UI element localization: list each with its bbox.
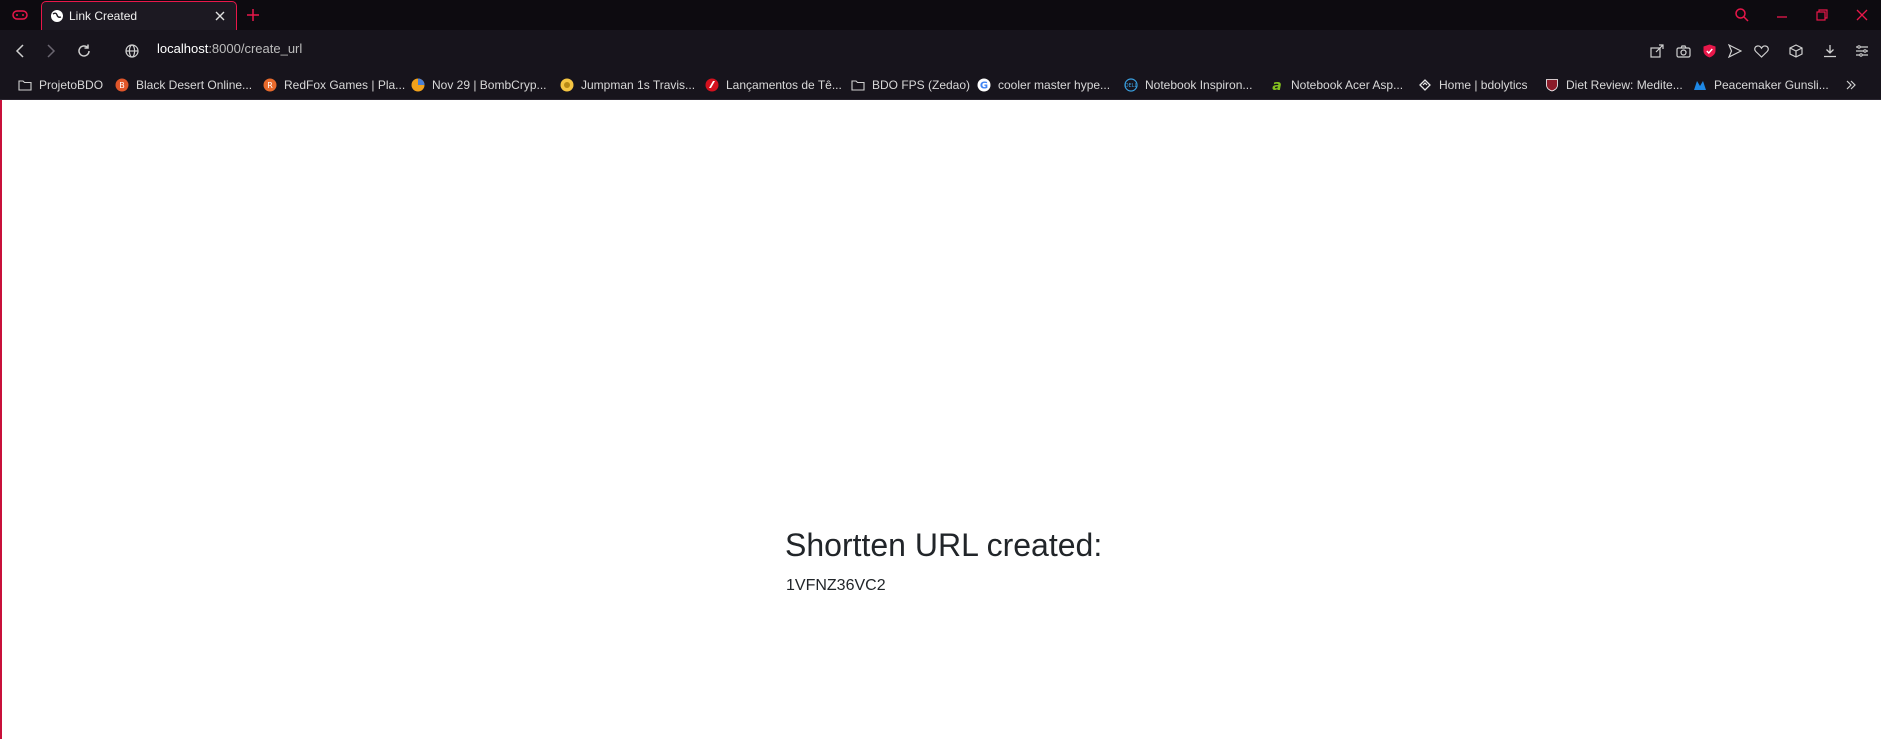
- adblock-button[interactable]: [1698, 40, 1720, 62]
- svg-text:B: B: [119, 81, 125, 90]
- menu-icon: [1856, 45, 1868, 57]
- heart-icon: [1753, 44, 1769, 58]
- site-icon: B: [115, 78, 129, 92]
- site-info-button[interactable]: [121, 40, 143, 62]
- bookmark-item[interactable]: Jumpman 1s Travis...: [560, 76, 695, 94]
- site-icon: [411, 78, 425, 92]
- extensions-button[interactable]: [1785, 40, 1807, 62]
- minimize-button[interactable]: [1762, 0, 1802, 30]
- svg-text:DELL: DELL: [1125, 83, 1138, 89]
- svg-text:a: a: [1272, 78, 1281, 92]
- bookmark-item[interactable]: Peacemaker Gunsli...: [1693, 76, 1829, 94]
- bookmark-item[interactable]: Home | bdolytics: [1418, 76, 1527, 94]
- page-heading: Shortten URL created:: [785, 527, 1103, 563]
- url-path: :8000/create_url: [208, 41, 303, 56]
- close-icon: [1856, 9, 1868, 21]
- url-host: localhost: [157, 41, 209, 56]
- address-field[interactable]: localhost:8000/create_url: [157, 41, 302, 56]
- bookmark-label: Nov 29 | BombCryp...: [432, 78, 547, 92]
- bookmarks-bar: ProjetoBDO B Black Desert Online... R Re…: [0, 70, 1881, 100]
- bookmark-item[interactable]: ProjetoBDO: [18, 76, 103, 94]
- bookmark-label: RedFox Games | Pla...: [284, 78, 406, 92]
- tab-strip: Link Created: [0, 0, 1881, 30]
- bookmark-label: Diet Review: Medite...: [1566, 78, 1683, 92]
- site-icon: [1418, 78, 1432, 92]
- snapshot-button[interactable]: [1672, 40, 1694, 62]
- site-icon: [1693, 78, 1707, 92]
- gamepad-icon: [12, 10, 28, 20]
- bookmark-item[interactable]: Diet Review: Medite...: [1545, 76, 1683, 94]
- bookmark-label: Notebook Inspiron...: [1145, 78, 1253, 92]
- send-button[interactable]: [1724, 40, 1746, 62]
- folder-icon: [851, 78, 865, 92]
- bookmark-label: Black Desert Online...: [136, 78, 253, 92]
- dell-icon: DELL: [1124, 78, 1138, 92]
- restore-button[interactable]: [1802, 0, 1842, 30]
- bookmark-label: ProjetoBDO: [39, 78, 104, 92]
- bookmark-label: cooler master hype...: [998, 78, 1111, 92]
- bookmark-label: Jumpman 1s Travis...: [581, 78, 696, 92]
- easy-setup-button[interactable]: [1851, 40, 1873, 62]
- short-url-code: 1VFNZ36VC2: [786, 577, 886, 594]
- reload-button[interactable]: [73, 40, 95, 62]
- close-window-button[interactable]: [1842, 0, 1881, 30]
- tab-title: Link Created: [69, 9, 138, 23]
- google-icon: G: [977, 78, 991, 92]
- share-button[interactable]: [1646, 40, 1668, 62]
- site-icon: R: [263, 78, 277, 92]
- svg-text:R: R: [267, 81, 273, 90]
- bookmark-label: BDO FPS (Zedao): [872, 78, 971, 92]
- plus-icon: [247, 9, 259, 21]
- folder-icon: [18, 78, 32, 92]
- bookmark-item[interactable]: a Notebook Acer Asp...: [1270, 76, 1403, 94]
- address-bar-row: localhost:8000/create_url: [0, 30, 1881, 70]
- forward-button[interactable]: [40, 40, 62, 62]
- svg-text:G: G: [980, 81, 988, 92]
- chevron-left-icon: [15, 44, 24, 58]
- bookmark-label: Peacemaker Gunsli...: [1714, 78, 1829, 92]
- downloads-button[interactable]: [1819, 40, 1841, 62]
- bookmark-item[interactable]: Lançamentos de Tê...: [705, 76, 842, 94]
- globe-outline-icon: [125, 44, 139, 58]
- gx-menu-button[interactable]: [8, 5, 32, 25]
- bookmark-item[interactable]: B Black Desert Online...: [115, 76, 252, 94]
- acer-icon: a: [1270, 78, 1284, 92]
- download-icon: [1824, 45, 1836, 58]
- site-icon: [560, 78, 574, 92]
- tab-link-created[interactable]: Link Created: [41, 1, 237, 30]
- send-icon: [1728, 44, 1742, 58]
- back-button[interactable]: [9, 40, 31, 62]
- bookmarks-overflow-button[interactable]: [1842, 76, 1860, 94]
- bookmark-item[interactable]: BDO FPS (Zedao): [851, 76, 970, 94]
- search-icon: [1735, 8, 1749, 22]
- chevron-right-icon: [47, 44, 56, 58]
- reload-icon: [78, 44, 90, 57]
- shield-icon: [1703, 44, 1715, 58]
- favorites-button[interactable]: [1750, 40, 1772, 62]
- bookmark-label: Lançamentos de Tê...: [726, 78, 842, 92]
- browser-window: Link Created localhost:8000/create_url P…: [0, 0, 1881, 739]
- site-icon: [1545, 78, 1559, 92]
- share-icon: [1650, 44, 1664, 58]
- minimize-icon: [1777, 16, 1787, 18]
- restore-icon: [1816, 9, 1828, 21]
- bookmark-item[interactable]: Nov 29 | BombCryp...: [411, 76, 547, 94]
- bookmark-item[interactable]: DELL Notebook Inspiron...: [1124, 76, 1252, 94]
- bookmark-item[interactable]: R RedFox Games | Pla...: [263, 76, 405, 94]
- site-icon: [705, 78, 719, 92]
- cube-icon: [1789, 44, 1803, 58]
- globe-icon: [50, 9, 64, 23]
- new-tab-button[interactable]: [244, 6, 262, 24]
- search-tabs-button[interactable]: [1722, 0, 1762, 30]
- page-content: Shortten URL created: 1VFNZ36VC2: [0, 100, 1881, 739]
- bookmark-label: Notebook Acer Asp...: [1291, 78, 1404, 92]
- camera-icon: [1675, 44, 1691, 58]
- close-tab-icon[interactable]: [212, 8, 228, 24]
- double-chevron-right-icon: [1846, 80, 1856, 90]
- bookmark-item[interactable]: G cooler master hype...: [977, 76, 1110, 94]
- bookmark-label: Home | bdolytics: [1439, 78, 1528, 92]
